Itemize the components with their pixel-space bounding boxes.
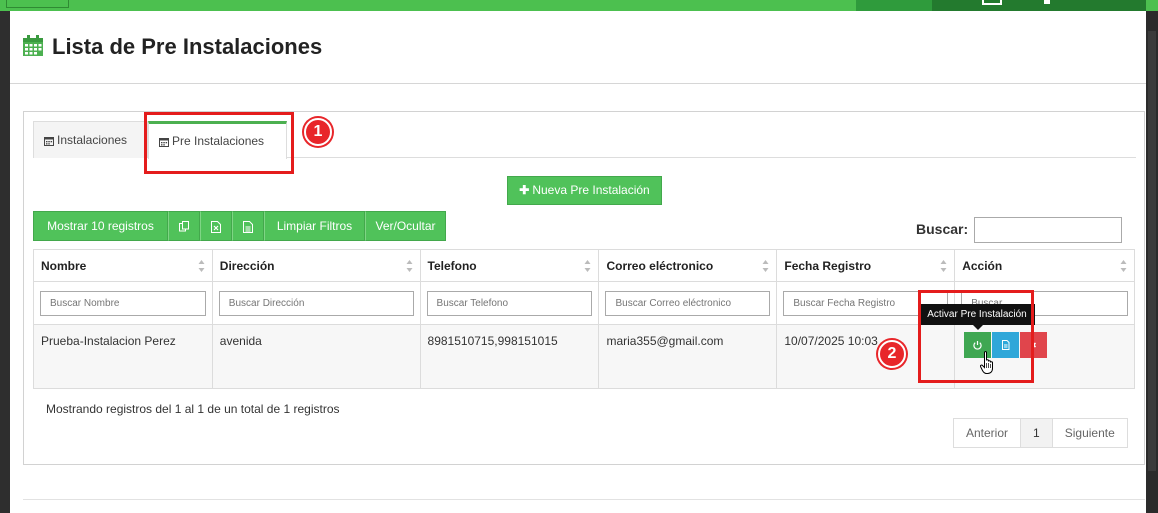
sort-icon xyxy=(1120,260,1127,272)
records-info: Mostrando registros del 1 al 1 de un tot… xyxy=(46,402,340,416)
toggle-columns-button[interactable]: Ver/Ocultar xyxy=(365,211,446,241)
page-title: Lista de Pre Instalaciones xyxy=(52,34,323,59)
cell-direccion: avenida xyxy=(211,324,421,389)
cell-telefono: 8981510715,998151015 xyxy=(419,324,600,389)
navbar-edge xyxy=(1146,0,1158,11)
excel-export-button[interactable] xyxy=(200,211,232,241)
annotation-highlight-tab xyxy=(144,112,294,174)
header-label: Dirección xyxy=(219,258,275,273)
sort-icon xyxy=(940,260,947,272)
top-navbar xyxy=(0,0,1158,11)
table-toolbar: Mostrar 10 registros Limpiar Filtros Ver… xyxy=(33,211,446,241)
column-header-accion[interactable]: Acción xyxy=(954,249,1135,282)
navbar-user-section[interactable] xyxy=(932,0,1146,11)
cell-nombre: Prueba-Instalacion Perez xyxy=(33,324,213,389)
excel-icon xyxy=(211,220,221,233)
clear-filters-button[interactable]: Limpiar Filtros xyxy=(264,211,365,241)
sort-icon xyxy=(406,260,413,272)
pdf-export-button[interactable] xyxy=(232,211,264,241)
sort-icon xyxy=(762,260,769,272)
copy-button[interactable] xyxy=(168,211,200,241)
filter-direccion-input[interactable] xyxy=(218,290,414,316)
page-header: Lista de Pre Instalaciones xyxy=(10,11,1146,84)
new-button-label: Nueva Pre Instalación xyxy=(532,183,650,197)
calendar-icon xyxy=(23,35,43,56)
navbar-user-icon[interactable] xyxy=(982,0,1002,5)
filter-nombre-input[interactable] xyxy=(40,290,206,316)
document-icon xyxy=(243,220,253,233)
divider xyxy=(23,499,1145,500)
navbar-caret-icon[interactable] xyxy=(1044,0,1050,4)
search-input[interactable] xyxy=(974,217,1122,243)
tab-label: Instalaciones xyxy=(57,133,128,147)
header-label: Telefono xyxy=(427,258,477,273)
header-label: Acción xyxy=(962,258,1003,273)
column-header-direccion[interactable]: Dirección xyxy=(211,249,421,282)
pagination-next[interactable]: Siguiente xyxy=(1051,418,1128,448)
scrollbar[interactable] xyxy=(1146,11,1158,513)
pagination-previous[interactable]: Anterior xyxy=(953,418,1022,448)
sort-icon xyxy=(198,260,205,272)
column-header-correo[interactable]: Correo eléctronico xyxy=(598,249,778,282)
tab-instalaciones[interactable]: Instalaciones xyxy=(33,121,148,158)
header-label: Fecha Registro xyxy=(784,258,872,273)
page-content: Lista de Pre Instalaciones Instalaciones… xyxy=(10,11,1146,513)
annotation-highlight-action xyxy=(918,290,1034,383)
header-label: Correo eléctronico xyxy=(606,258,714,273)
plus-icon: ✚ xyxy=(519,183,530,197)
scrollbar-thumb[interactable] xyxy=(1148,31,1156,471)
filter-correo-input[interactable] xyxy=(605,290,771,316)
navbar-toggle[interactable] xyxy=(6,0,69,8)
header-label: Nombre xyxy=(41,258,87,273)
copy-icon xyxy=(178,221,189,232)
annotation-badge-2: 2 xyxy=(878,340,906,368)
column-header-fecha[interactable]: Fecha Registro xyxy=(776,249,956,282)
calendar-icon xyxy=(44,136,54,146)
new-pre-installation-button[interactable]: ✚ Nueva Pre Instalación xyxy=(507,176,662,205)
hand-cursor-icon xyxy=(980,351,993,374)
sort-icon xyxy=(584,260,591,272)
pagination: Anterior 1 Siguiente xyxy=(953,418,1128,448)
search-label: Buscar: xyxy=(916,221,969,237)
cell-correo: maria355@gmail.com xyxy=(598,324,778,389)
annotation-badge-1: 1 xyxy=(304,118,332,146)
column-header-nombre[interactable]: Nombre xyxy=(33,249,213,282)
filter-telefono-input[interactable] xyxy=(426,290,593,316)
column-header-telefono[interactable]: Telefono xyxy=(419,249,600,282)
table-header-row: Nombre Dirección Telefono Correo eléctro… xyxy=(33,249,1135,282)
show-records-button[interactable]: Mostrar 10 registros xyxy=(33,211,168,241)
pagination-page-1[interactable]: 1 xyxy=(1020,418,1053,448)
